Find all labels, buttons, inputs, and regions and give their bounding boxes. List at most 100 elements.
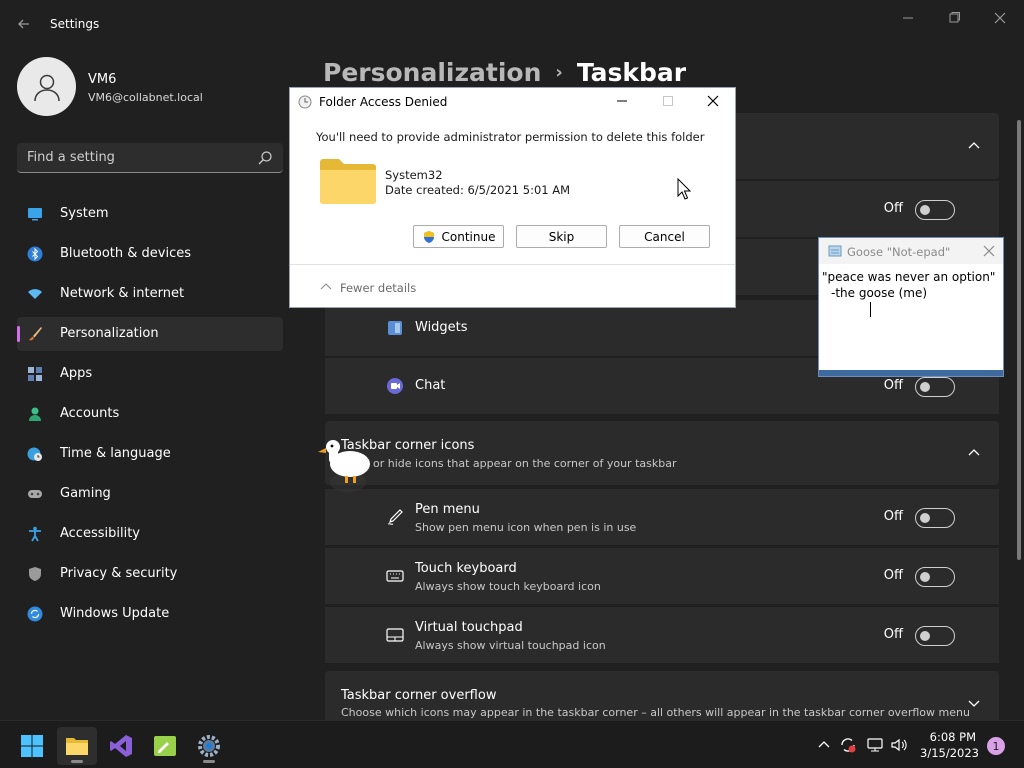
continue-button[interactable]: Continue [413, 225, 504, 248]
sidebar-item-system[interactable]: System [17, 197, 283, 231]
file-explorer-button[interactable] [57, 727, 97, 765]
corner-overflow-header[interactable]: Taskbar corner overflow Choose which ico… [325, 671, 999, 720]
toggle-state-label: Off [883, 568, 903, 583]
sidebar-item-label: Time & language [60, 446, 171, 461]
pen-icon [387, 509, 403, 525]
title-bar: Settings [0, 0, 1024, 48]
row-subtitle: Always show virtual touchpad icon [415, 639, 606, 652]
running-indicator [203, 760, 215, 763]
chevron-down-icon[interactable] [967, 696, 981, 710]
sidebar-item-bluetooth[interactable]: Bluetooth & devices [17, 237, 283, 271]
virtual-touchpad-toggle[interactable] [915, 626, 955, 646]
volume-icon[interactable] [890, 736, 908, 754]
clock-time[interactable]: 6:08 PM [924, 730, 976, 744]
maximize-icon[interactable] [942, 8, 966, 28]
corner-icons-header[interactable]: Taskbar corner icons or hide icons that … [325, 421, 999, 485]
row-title: Pen menu [415, 502, 480, 517]
widgets-icon [388, 321, 402, 335]
sidebar-item-privacy[interactable]: Privacy & security [17, 557, 283, 591]
scrollbar[interactable] [1017, 120, 1021, 560]
folder-icon [320, 159, 376, 204]
text-caret [870, 302, 871, 317]
pen-menu-toggle[interactable] [915, 508, 955, 528]
sidebar-item-accessibility[interactable]: Accessibility [17, 517, 283, 551]
continue-label: Continue [441, 229, 496, 244]
keyboard-icon [386, 570, 404, 582]
notification-badge[interactable]: 1 [987, 737, 1005, 755]
breadcrumb-parent[interactable]: Personalization [323, 58, 541, 87]
touch-keyboard-toggle[interactable] [915, 567, 955, 587]
toggle-switch[interactable] [915, 200, 955, 220]
clock-globe-icon [27, 447, 42, 461]
notepad-app-button[interactable] [145, 727, 185, 765]
sidebar-item-windows-update[interactable]: Windows Update [17, 597, 283, 631]
goose-notepad-window: Goose "Not-epad" "peace was never an opt… [818, 237, 1004, 377]
row-subtitle: Always show touch keyboard icon [415, 580, 601, 593]
visual-studio-button[interactable] [101, 727, 141, 765]
goose-icon[interactable] [315, 438, 375, 496]
sidebar-item-label: Apps [60, 366, 93, 381]
folder-name: System32 [385, 168, 443, 182]
active-indicator [17, 326, 20, 342]
minimize-icon[interactable] [896, 8, 920, 28]
taskbar: 6:08 PM 3/15/2023 1 [0, 720, 1024, 768]
sync-icon[interactable] [839, 736, 857, 754]
search-placeholder: Find a setting [27, 150, 115, 165]
touchpad-icon [386, 628, 404, 642]
settings-icon [198, 735, 220, 757]
running-indicator [71, 760, 83, 763]
search-icon[interactable] [257, 150, 273, 166]
chevron-up-icon[interactable] [967, 139, 981, 153]
clock-icon [298, 95, 312, 109]
clock-date[interactable]: 3/15/2023 [920, 746, 979, 760]
app-title: Settings [50, 17, 100, 31]
sidebar-item-label: Gaming [60, 486, 111, 501]
sidebar-item-personalization[interactable]: Personalization [17, 317, 283, 351]
avatar[interactable] [17, 57, 76, 116]
sidebar-item-label: Accounts [60, 406, 120, 421]
user-email: VM6@collabnet.local [88, 91, 203, 104]
close-icon[interactable] [988, 8, 1012, 28]
wifi-icon [28, 289, 42, 299]
chat-icon [387, 378, 403, 394]
chevron-up-icon[interactable] [967, 446, 981, 460]
cancel-button[interactable]: Cancel [619, 225, 710, 248]
card-subtitle: or hide icons that appear on the corner … [373, 457, 677, 470]
sidebar-item-gaming[interactable]: Gaming [17, 477, 283, 511]
sidebar-item-accounts[interactable]: Accounts [17, 397, 283, 431]
start-icon [21, 735, 43, 757]
minimize-icon[interactable] [612, 92, 632, 110]
skip-button[interactable]: Skip [516, 225, 607, 248]
sidebar-item-label: Personalization [60, 326, 159, 341]
toggle-state-label: Off [883, 627, 903, 642]
start-button[interactable] [12, 727, 52, 765]
uac-shield-icon [423, 230, 434, 243]
mouse-cursor-icon [677, 178, 691, 200]
sidebar-item-apps[interactable]: Apps [17, 357, 283, 391]
fewer-details-link[interactable]: Fewer details [340, 281, 416, 295]
network-icon[interactable] [866, 736, 884, 754]
sidebar-item-label: Accessibility [60, 526, 140, 541]
back-arrow-icon[interactable] [14, 14, 34, 34]
sidebar-item-network[interactable]: Network & internet [17, 277, 283, 311]
chat-toggle[interactable] [915, 377, 955, 397]
settings-button[interactable] [189, 727, 229, 765]
touch-keyboard-row: Touch keyboard Always show touch keyboar… [325, 548, 999, 604]
close-icon[interactable] [983, 242, 995, 261]
row-subtitle: Show pen menu icon when pen is in use [415, 521, 637, 534]
sidebar-item-time-language[interactable]: Time & language [17, 437, 283, 471]
notepad-bottom-bar [819, 370, 1003, 376]
close-icon[interactable] [703, 92, 723, 110]
notepad-text-line[interactable]: "peace was never an option" [822, 270, 995, 284]
shield-icon [29, 567, 41, 581]
virtual-touchpad-row: Virtual touchpad Always show virtual tou… [325, 607, 999, 663]
chevron-up-icon[interactable] [320, 282, 332, 292]
chevron-up-icon[interactable] [815, 736, 833, 754]
row-title: Widgets [415, 320, 468, 335]
sidebar-item-label: Bluetooth & devices [60, 246, 191, 261]
pen-menu-row: Pen menu Show pen menu icon when pen is … [325, 489, 999, 545]
search-input[interactable]: Find a setting [17, 143, 283, 173]
monitor-icon [28, 208, 42, 221]
notepad-text-line[interactable]: -the goose (me) [831, 286, 927, 300]
maximize-icon [658, 92, 678, 110]
